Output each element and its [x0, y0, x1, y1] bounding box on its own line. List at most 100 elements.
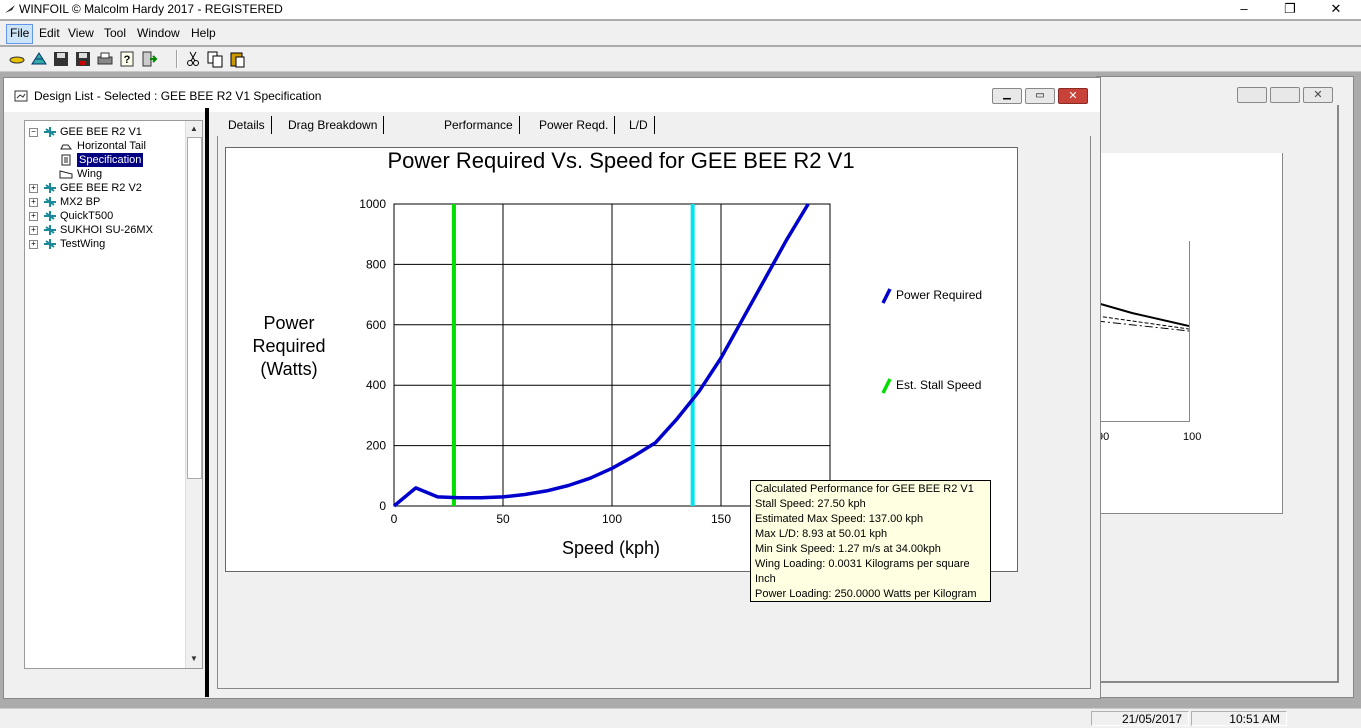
tree-expand-toggle[interactable]: + [29, 198, 38, 207]
tree-expand-toggle[interactable]: + [29, 240, 38, 249]
menu-window[interactable]: Window [134, 24, 183, 42]
status-bar: 21/05/2017 10:51 AM [0, 708, 1361, 728]
paste-icon[interactable] [228, 50, 246, 68]
legend-label-stall-speed: Est. Stall Speed [896, 378, 981, 392]
tab-details[interactable]: Details [222, 116, 272, 134]
airplane-icon [44, 127, 56, 137]
maximize-button[interactable]: ❐ [1267, 0, 1313, 19]
tree-label: Wing [77, 168, 103, 180]
legend-marker-stall-speed [881, 378, 892, 394]
tooltip-line: Inch [755, 573, 776, 585]
bg-minimize-button[interactable] [1237, 87, 1267, 103]
tree-scrollbar[interactable]: ▲ ▼ [185, 121, 202, 668]
tab-l-d[interactable]: L/D [623, 116, 655, 134]
design-restore-button[interactable]: ▭ [1025, 88, 1055, 104]
save-all-icon[interactable] [74, 50, 92, 68]
design-minimize-button[interactable]: ▁ [992, 88, 1022, 104]
design-list-titlebar[interactable]: Design List - Selected : GEE BEE R2 V1 S… [4, 78, 1100, 112]
background-chart-area: 90 100 [1097, 153, 1283, 514]
legend-label-power-required: Power Required [896, 288, 982, 302]
new-wing-icon[interactable] [8, 50, 26, 68]
wing-icon [59, 170, 73, 179]
power-required-series-line [392, 203, 810, 508]
design-tree[interactable]: − GEE BEE R2 V1 Horizontal Tail Specific… [24, 120, 203, 669]
document-icon [14, 90, 28, 102]
y-axis-label: Power [263, 313, 314, 333]
airplane-icon [44, 239, 56, 249]
bg-xtick-100: 100 [1183, 431, 1202, 443]
minimize-button[interactable]: – [1221, 0, 1267, 19]
background-window[interactable]: ✕ 90 100 [1096, 76, 1354, 698]
open-icon[interactable] [30, 50, 48, 68]
horizontal-tail-icon [60, 144, 72, 150]
airplane-icon [44, 225, 56, 235]
background-plot-frame [1097, 241, 1190, 422]
design-list-title: Design List - Selected : GEE BEE R2 V1 S… [34, 89, 322, 103]
tree-label: GEE BEE R2 V2 [60, 182, 142, 194]
airplane-icon [44, 211, 56, 221]
y-axis-label: (Watts) [260, 359, 317, 379]
menu-view[interactable]: View [65, 24, 97, 42]
tree-expand-toggle[interactable]: + [29, 212, 38, 221]
tree-label: GEE BEE R2 V1 [60, 126, 142, 138]
design-close-button[interactable]: ✕ [1058, 88, 1088, 104]
chart-title: Power Required Vs. Speed for GEE BEE R2 … [387, 148, 854, 173]
tooltip-line: Estimated Max Speed: 137.00 kph [755, 513, 924, 525]
bg-close-button[interactable]: ✕ [1303, 87, 1333, 103]
status-date: 21/05/2017 [1091, 711, 1189, 726]
background-window-body: 90 100 [1097, 105, 1339, 683]
tooltip-line: Stall Speed: 27.50 kph [755, 498, 866, 510]
airplane-icon [44, 183, 56, 193]
tree-expand-toggle[interactable]: + [29, 184, 38, 193]
tooltip-line: Max L/D: 8.93 at 50.01 kph [755, 528, 888, 540]
toolbar: ? [0, 47, 1361, 72]
cut-icon[interactable] [184, 50, 202, 68]
background-window-titlebar[interactable]: ✕ [1097, 77, 1353, 105]
bg-restore-button[interactable] [1270, 87, 1300, 103]
pane-splitter[interactable] [205, 108, 209, 697]
winfoil-logo-icon [5, 5, 15, 13]
tooltip-line: Min Sink Speed: 1.27 m/s at 34.00kph [755, 543, 941, 555]
design-list-window[interactable]: Design List - Selected : GEE BEE R2 V1 S… [3, 77, 1101, 699]
scroll-down-arrow-icon[interactable]: ▼ [187, 652, 201, 666]
tooltip-line: Power Loading: 250.0000 Watts per Kilogr… [755, 588, 977, 600]
tooltip-line: Wing Loading: 0.0031 Kilograms per squar… [755, 558, 970, 570]
y-tick-label: 1000 [359, 197, 386, 211]
airplane-icon [44, 197, 56, 207]
tree-expand-toggle[interactable]: + [29, 226, 38, 235]
exit-icon[interactable] [140, 50, 158, 68]
scroll-up-arrow-icon[interactable]: ▲ [187, 122, 201, 136]
app-titlebar: WINFOIL © Malcolm Hardy 2017 - REGISTERE… [0, 0, 1361, 19]
help-icon[interactable]: ? [118, 50, 136, 68]
menu-tool[interactable]: Tool [101, 24, 129, 42]
x-tick-label: 0 [391, 512, 398, 526]
close-button[interactable]: ✕ [1313, 0, 1359, 19]
tree-label: SUKHOI SU-26MX [60, 224, 153, 236]
y-tick-label: 200 [366, 439, 386, 453]
tab-drag-breakdown[interactable]: Drag Breakdown [282, 116, 385, 134]
tab-strip: Details Drag Breakdown Performance Power… [222, 116, 682, 136]
y-tick-label: 400 [366, 378, 386, 392]
x-axis-label: Speed (kph) [562, 538, 660, 558]
tree-label: Horizontal Tail [77, 140, 146, 152]
tab-power-reqd[interactable]: Power Reqd. [533, 116, 616, 134]
save-icon[interactable] [52, 50, 70, 68]
background-plot-lines [1097, 302, 1189, 332]
tab-performance[interactable]: Performance [438, 116, 520, 134]
menu-edit[interactable]: Edit [36, 24, 63, 42]
x-tick-label: 150 [711, 512, 731, 526]
x-tick-label: 50 [496, 512, 510, 526]
tree-label: MX2 BP [60, 196, 101, 208]
tree-label: TestWing [60, 238, 106, 250]
print-icon[interactable] [96, 50, 114, 68]
performance-tooltip: Calculated Performance for GEE BEE R2 V1… [750, 480, 991, 602]
svg-text:?: ? [124, 54, 131, 66]
copy-icon[interactable] [206, 50, 224, 68]
menu-bar: File Edit View Tool Window Help [0, 21, 1361, 45]
app-title: WINFOIL © Malcolm Hardy 2017 - REGISTERE… [19, 2, 283, 16]
menu-file[interactable]: File [6, 24, 34, 44]
toolbar-separator [176, 50, 178, 68]
scroll-thumb[interactable] [187, 137, 202, 479]
tree-collapse-toggle[interactable]: − [29, 128, 38, 137]
menu-help[interactable]: Help [188, 24, 219, 42]
